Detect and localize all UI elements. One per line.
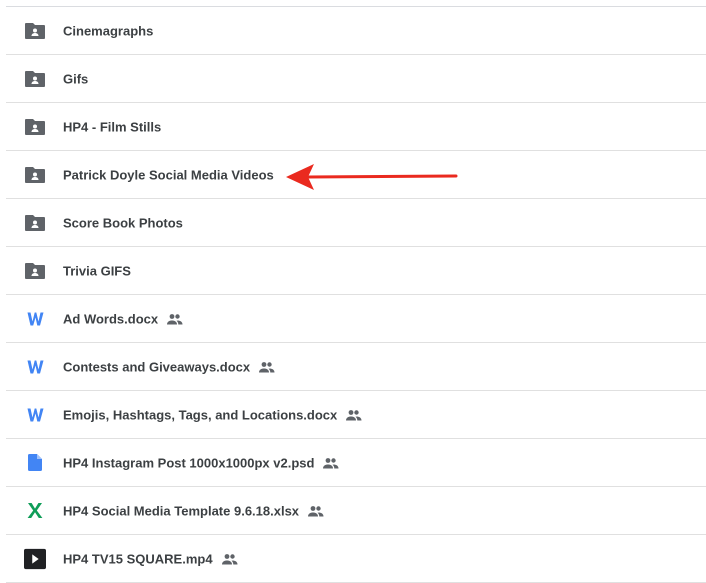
file-row[interactable]: Gifs [6,55,706,103]
word-doc-icon [24,405,46,425]
shared-folder-icon [24,213,46,233]
file-row[interactable]: HP4 Instagram Post 1000x1000px v2.psd [6,439,706,487]
file-list: Cinemagraphs Gifs HP4 - Film Stills Patr… [6,6,706,583]
file-row[interactable]: HP4 TV15 SQUARE.mp4 [6,535,706,583]
file-name: Ad Words.docx [63,311,159,326]
file-name: HP4 - Film Stills [63,119,162,134]
file-icon [24,453,46,473]
people-icon [307,505,324,516]
video-icon [24,548,46,569]
people-icon [166,313,183,324]
word-doc-icon [24,309,46,329]
file-name: Trivia GIFS [63,263,131,278]
shared-folder-icon [24,117,46,137]
file-row[interactable]: Score Book Photos [6,199,706,247]
file-name: Cinemagraphs [63,23,154,38]
file-name: HP4 TV15 SQUARE.mp4 [63,551,213,566]
file-name: Contests and Giveaways.docx [63,359,251,374]
file-name: Patrick Doyle Social Media Videos [63,167,274,182]
file-name: Emojis, Hashtags, Tags, and Locations.do… [63,407,338,422]
shared-folder-icon [24,165,46,185]
file-row[interactable]: HP4 Social Media Template 9.6.18.xlsx [6,487,706,535]
file-row[interactable]: Ad Words.docx [6,295,706,343]
people-icon [345,409,362,420]
word-doc-icon [24,357,46,377]
file-name: HP4 Instagram Post 1000x1000px v2.psd [63,455,315,470]
shared-folder-icon [24,69,46,89]
people-icon [258,361,275,372]
people-icon [322,457,339,468]
file-name: Gifs [63,71,89,86]
shared-folder-icon [24,261,46,281]
file-name: HP4 Social Media Template 9.6.18.xlsx [63,503,300,518]
file-name: Score Book Photos [63,215,183,230]
file-row[interactable]: Cinemagraphs [6,7,706,55]
people-icon [221,553,238,564]
file-row[interactable]: Contests and Giveaways.docx [6,343,706,391]
file-row[interactable]: Emojis, Hashtags, Tags, and Locations.do… [6,391,706,439]
red-arrow-annotation [286,164,458,190]
file-row[interactable]: HP4 - Film Stills [6,103,706,151]
excel-icon [24,501,46,521]
file-row[interactable]: Trivia GIFS [6,247,706,295]
shared-folder-icon [24,21,46,41]
